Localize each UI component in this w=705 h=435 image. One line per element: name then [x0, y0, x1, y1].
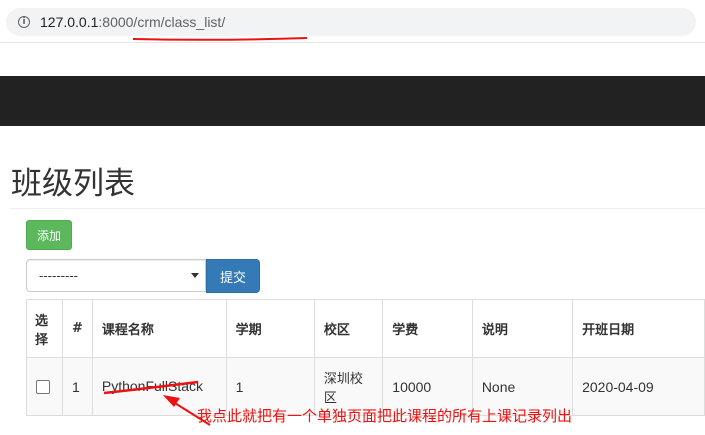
annotation-overlay — [103, 37, 308, 426]
course-underline-mark — [103, 380, 199, 395]
url-underline-mark — [132, 37, 308, 41]
annotation-text: 我点此就把有一个单独页面把此课程的所有上课记录列出 — [197, 407, 573, 425]
